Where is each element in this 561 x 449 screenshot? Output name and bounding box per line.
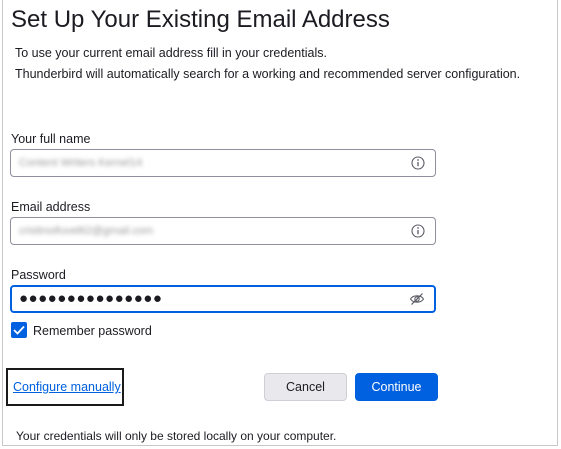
remember-password-checkbox[interactable] xyxy=(11,322,27,338)
description-line-1: To use your current email address fill i… xyxy=(15,46,327,60)
continue-button[interactable]: Continue xyxy=(355,373,438,401)
full-name-input[interactable]: Content Writers Kernel14 xyxy=(10,149,436,177)
remember-password-label[interactable]: Remember password xyxy=(33,324,152,338)
configure-manually-link[interactable]: Configure manually xyxy=(13,380,121,394)
cancel-button[interactable]: Cancel xyxy=(264,373,347,401)
checkmark-icon xyxy=(13,325,25,335)
password-input[interactable]: ●●●●●●●●●●●●●●● xyxy=(10,285,436,313)
info-icon[interactable] xyxy=(411,156,425,170)
info-icon[interactable] xyxy=(411,224,425,238)
password-label: Password xyxy=(11,268,66,282)
full-name-value: Content Writers Kernel14 xyxy=(19,157,143,169)
email-input[interactable]: cristinoifuvel62@gmail.com xyxy=(10,217,436,245)
email-value: cristinoifuvel62@gmail.com xyxy=(19,225,154,237)
credentials-notice: Your credentials will only be stored loc… xyxy=(16,429,337,443)
password-value: ●●●●●●●●●●●●●●● xyxy=(19,290,163,308)
eye-slash-icon[interactable] xyxy=(409,292,425,306)
full-name-label: Your full name xyxy=(11,132,91,146)
description-line-2: Thunderbird will automatically search fo… xyxy=(15,67,521,81)
page-title: Set Up Your Existing Email Address xyxy=(11,6,390,33)
configure-manually-highlight: Configure manually xyxy=(6,368,124,406)
email-label: Email address xyxy=(11,200,91,214)
